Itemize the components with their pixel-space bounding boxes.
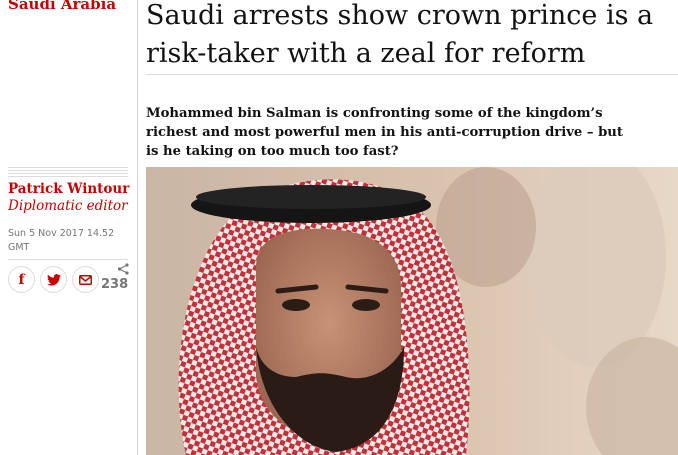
author-name-link[interactable]: Patrick Wintour (8, 181, 129, 197)
section-link[interactable]: Saudi Arabia (8, 0, 116, 13)
share-divider (8, 259, 128, 260)
meta-divider (8, 167, 128, 177)
twitter-share-button[interactable] (40, 266, 67, 293)
email-icon (79, 274, 92, 285)
publish-date: Sun 5 Nov 2017 14.52 GMT (8, 228, 115, 253)
article-standfirst: Mohammed bin Salman is confronting some … (146, 106, 623, 159)
share-count: 238 (101, 277, 129, 292)
article-headline: Saudi arrests show crown prince is a ris… (146, 0, 654, 69)
hero-photo (146, 167, 678, 455)
author-role: Diplomatic editor (8, 198, 128, 214)
facebook-icon: f (18, 271, 25, 288)
hero-image (146, 167, 678, 455)
column-divider (137, 0, 138, 455)
facebook-share-button[interactable]: f (8, 266, 35, 293)
email-share-button[interactable] (72, 266, 99, 293)
article-meta-column: Saudi Arabia Patrick Wintour Diplomatic … (0, 0, 130, 455)
headline-divider (146, 74, 678, 75)
share-icon (117, 263, 129, 275)
twitter-icon (46, 273, 61, 286)
